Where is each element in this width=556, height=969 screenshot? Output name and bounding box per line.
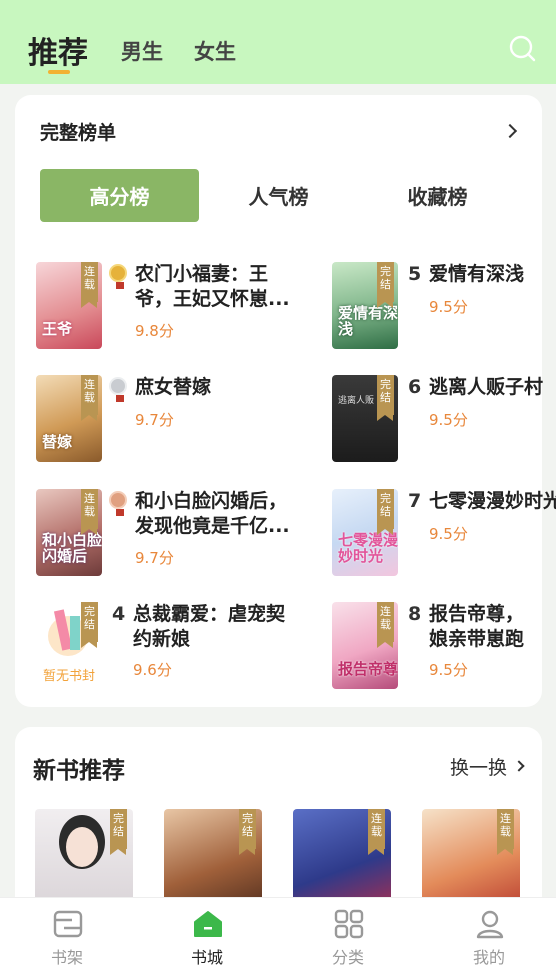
nav-bookshelf[interactable]: 书架 — [12, 898, 122, 969]
rank-number: 5 — [408, 263, 422, 285]
book-title: 报告帝尊，娘亲带崽跑路了! — [429, 603, 525, 650]
status-badge: 连载 — [81, 489, 98, 535]
tab-high-score[interactable]: 高分榜 — [40, 169, 199, 222]
silver-medal-icon — [109, 377, 127, 402]
ranking-title: 完整榜单 — [40, 122, 117, 144]
book-cover: 报告帝尊 连载 — [332, 602, 398, 689]
book-cover: 和小白脸闪婚后 连载 — [36, 489, 102, 576]
tab-popularity[interactable]: 人气榜 — [199, 169, 358, 222]
book-title: 七零漫漫妙时光 — [429, 490, 556, 512]
book-item[interactable]: 七零漫漫妙时光 完结 7 七零漫漫妙时光 9.5分 — [332, 489, 556, 579]
rank-number: 7 — [408, 490, 422, 512]
status-badge: 完结 — [110, 809, 127, 855]
rank-number: 8 — [408, 603, 422, 625]
status-badge: 连载 — [368, 809, 385, 855]
top-header: 推荐 男生 女生 — [0, 0, 556, 84]
tab-favorites[interactable]: 收藏榜 — [358, 169, 517, 222]
no-cover-label: 暂无书封 — [42, 669, 95, 684]
book-cover: 逃离人贩 完结 — [332, 375, 398, 462]
rank-number: 4 — [112, 603, 126, 625]
profile-icon — [476, 910, 504, 939]
chevron-right-icon[interactable] — [502, 123, 518, 139]
book-score: 9.7分 — [135, 549, 174, 567]
book-item[interactable]: 暂无书封 完结 4 总裁霸爱：虐宠契约新娘 9.6分 — [36, 602, 296, 692]
refresh-button[interactable]: 换一换 — [450, 753, 507, 780]
status-badge: 连载 — [497, 809, 514, 855]
chevron-right-icon[interactable] — [513, 760, 525, 772]
book-score: 9.5分 — [429, 298, 468, 316]
nav-category[interactable]: 分类 — [293, 898, 403, 969]
tab-recommend[interactable]: 推荐 — [28, 28, 88, 72]
status-badge: 完结 — [377, 489, 394, 535]
book-cover-placeholder: 暂无书封 完结 — [36, 602, 102, 689]
book-score: 9.7分 — [135, 411, 174, 429]
status-badge: 完结 — [377, 375, 394, 421]
rank-number: 6 — [408, 376, 422, 398]
new-books-title: 新书推荐 — [33, 758, 125, 784]
book-score: 9.5分 — [429, 661, 468, 679]
status-badge: 完结 — [377, 262, 394, 308]
book-cover: 七零漫漫妙时光 完结 — [332, 489, 398, 576]
book-cover: 爱情有深浅 完结 — [332, 262, 398, 349]
book-cover: 替嫁 连载 — [36, 375, 102, 462]
book-score: 9.8分 — [135, 322, 174, 340]
book-title: 总裁霸爱：虐宠契约新娘 — [133, 603, 286, 650]
tab-female[interactable]: 女生 — [194, 36, 236, 66]
book-cover: 王爷 连载 — [36, 262, 102, 349]
book-title: 爱情有深浅 — [429, 263, 525, 285]
ranking-card: 完整榜单 高分榜 人气榜 收藏榜 王爷 连载 农门小福妻：王爷，王妃又怀崽...… — [15, 95, 556, 707]
bronze-medal-icon — [109, 491, 127, 516]
bottom-navigation: 书架 书城 分类 我的 — [0, 897, 556, 969]
book-title: 农门小福妻：王爷，王妃又怀崽... — [135, 263, 290, 310]
status-badge: 连载 — [377, 602, 394, 648]
book-title: 逃离人贩子村 — [429, 376, 544, 398]
status-badge: 连载 — [81, 262, 98, 308]
nav-bookstore[interactable]: 书城 — [152, 898, 262, 969]
book-item[interactable]: 报告帝尊 连载 8 报告帝尊，娘亲带崽跑路了! 9.5分 — [332, 602, 542, 692]
search-icon[interactable] — [508, 34, 536, 62]
book-item[interactable]: 替嫁 连载 庶女替嫁 9.7分 — [36, 375, 296, 465]
book-title: 庶女替嫁 — [135, 376, 212, 398]
gold-medal-icon — [109, 264, 127, 289]
category-grid-icon — [334, 909, 364, 939]
tab-male[interactable]: 男生 — [121, 36, 163, 66]
book-score: 9.6分 — [133, 661, 172, 679]
book-item[interactable]: 和小白脸闪婚后 连载 和小白脸闪婚后，发现他竟是千亿... 9.7分 — [36, 489, 296, 579]
status-badge: 完结 — [81, 602, 98, 648]
book-item[interactable]: 逃离人贩 完结 6 逃离人贩子村 9.5分 — [332, 375, 543, 465]
book-item[interactable]: 王爷 连载 农门小福妻：王爷，王妃又怀崽... 9.8分 — [36, 262, 296, 352]
status-badge: 完结 — [239, 809, 256, 855]
bookstore-icon — [194, 911, 222, 937]
bookshelf-icon — [53, 910, 83, 938]
book-score: 9.5分 — [429, 411, 468, 429]
new-books-card: 新书推荐 换一换 完结 完结 连载 连载 — [15, 727, 542, 917]
book-title: 和小白脸闪婚后，发现他竟是千亿... — [135, 490, 290, 537]
active-tab-indicator — [48, 70, 70, 74]
book-item[interactable]: 爱情有深浅 完结 5 爱情有深浅 9.5分 — [332, 262, 542, 352]
status-badge: 连载 — [81, 375, 98, 421]
book-score: 9.5分 — [429, 525, 468, 543]
nav-profile[interactable]: 我的 — [434, 898, 544, 969]
